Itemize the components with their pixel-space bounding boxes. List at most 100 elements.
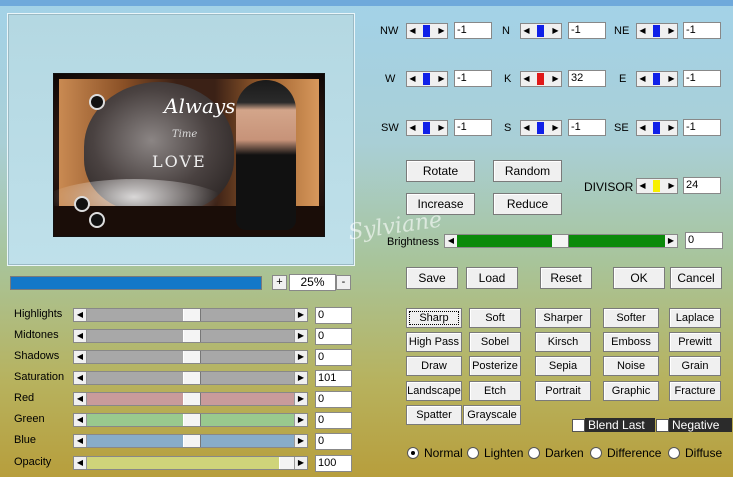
rotate-button[interactable]: Rotate: [406, 160, 475, 182]
right-arrow-icon[interactable]: ▶: [550, 121, 561, 135]
left-arrow-icon[interactable]: ◀: [74, 330, 87, 342]
right-arrow-icon[interactable]: ▶: [294, 435, 307, 447]
slider-thumb[interactable]: [183, 330, 201, 342]
filter-button-sobel[interactable]: Sobel: [469, 332, 521, 352]
right-arrow-icon[interactable]: ▶: [294, 414, 307, 426]
left-arrow-icon[interactable]: ◀: [637, 72, 648, 86]
matrix-spinner-k[interactable]: ◀ ▶: [520, 71, 562, 87]
matrix-spinner-nw[interactable]: ◀ ▶: [406, 23, 448, 39]
left-arrow-icon[interactable]: ◀: [637, 24, 648, 38]
slider-track-2[interactable]: ◀ ▶: [73, 350, 308, 364]
slider-thumb[interactable]: [183, 351, 201, 363]
matrix-spinner-ne[interactable]: ◀ ▶: [636, 23, 678, 39]
slider-track-0[interactable]: ◀ ▶: [73, 308, 308, 322]
right-arrow-icon[interactable]: ▶: [665, 235, 677, 247]
cancel-button[interactable]: Cancel: [670, 267, 722, 289]
slider-value-2[interactable]: 0: [315, 349, 352, 366]
filter-button-emboss[interactable]: Emboss: [603, 332, 659, 352]
zoom-out-button[interactable]: -: [336, 275, 351, 290]
matrix-spinner-se[interactable]: ◀ ▶: [636, 120, 678, 136]
zoom-in-button[interactable]: +: [272, 275, 287, 290]
slider-value-4[interactable]: 0: [315, 391, 352, 408]
brightness-slider[interactable]: ◀ ▶: [444, 234, 678, 248]
radio-diffuse[interactable]: [668, 447, 680, 459]
radio-lighten[interactable]: [467, 447, 479, 459]
slider-value-6[interactable]: 0: [315, 433, 352, 450]
matrix-spinner-sw[interactable]: ◀ ▶: [406, 120, 448, 136]
negative-checkbox[interactable]: [656, 419, 669, 432]
filter-button-high-pass[interactable]: High Pass: [406, 332, 462, 352]
filter-button-noise[interactable]: Noise: [603, 356, 659, 376]
left-arrow-icon[interactable]: ◀: [407, 121, 418, 135]
filter-button-etch[interactable]: Etch: [469, 381, 521, 401]
filter-button-portrait[interactable]: Portrait: [535, 381, 591, 401]
random-button[interactable]: Random: [493, 160, 562, 182]
brightness-thumb[interactable]: [552, 235, 569, 247]
filter-button-prewitt[interactable]: Prewitt: [669, 332, 721, 352]
filter-button-fracture[interactable]: Fracture: [669, 381, 721, 401]
slider-thumb[interactable]: [183, 372, 201, 384]
slider-track-3[interactable]: ◀ ▶: [73, 371, 308, 385]
slider-value-0[interactable]: 0: [315, 307, 352, 324]
filter-button-spatter[interactable]: Spatter: [406, 405, 462, 425]
matrix-value-sw[interactable]: -1: [454, 119, 492, 136]
left-arrow-icon[interactable]: ◀: [407, 24, 418, 38]
right-arrow-icon[interactable]: ▶: [550, 24, 561, 38]
left-arrow-icon[interactable]: ◀: [407, 72, 418, 86]
right-arrow-icon[interactable]: ▶: [294, 309, 307, 321]
slider-value-7[interactable]: 100: [315, 455, 352, 472]
matrix-value-s[interactable]: -1: [568, 119, 606, 136]
matrix-spinner-e[interactable]: ◀ ▶: [636, 71, 678, 87]
reduce-button[interactable]: Reduce: [493, 193, 562, 215]
right-arrow-icon[interactable]: ▶: [436, 24, 447, 38]
matrix-value-n[interactable]: -1: [568, 22, 606, 39]
left-arrow-icon[interactable]: ◀: [637, 121, 648, 135]
matrix-value-w[interactable]: -1: [454, 70, 492, 87]
left-arrow-icon[interactable]: ◀: [74, 351, 87, 363]
matrix-spinner-w[interactable]: ◀ ▶: [406, 71, 448, 87]
right-arrow-icon[interactable]: ▶: [666, 24, 677, 38]
reset-button[interactable]: Reset: [540, 267, 592, 289]
slider-value-3[interactable]: 101: [315, 370, 352, 387]
right-arrow-icon[interactable]: ▶: [436, 121, 447, 135]
filter-button-draw[interactable]: Draw: [406, 356, 462, 376]
matrix-spinner-s[interactable]: ◀ ▶: [520, 120, 562, 136]
slider-value-1[interactable]: 0: [315, 328, 352, 345]
blend-last-checkbox[interactable]: [572, 419, 585, 432]
slider-thumb[interactable]: [183, 435, 201, 447]
radio-normal[interactable]: [407, 447, 419, 459]
filter-button-grayscale[interactable]: Grayscale: [463, 405, 521, 425]
left-arrow-icon[interactable]: ◀: [74, 372, 87, 384]
slider-thumb[interactable]: [183, 393, 201, 405]
slider-track-1[interactable]: ◀ ▶: [73, 329, 308, 343]
divisor-spinner[interactable]: ◀ ▶: [636, 178, 678, 194]
matrix-value-ne[interactable]: -1: [683, 22, 721, 39]
increase-button[interactable]: Increase: [406, 193, 475, 215]
filter-button-soft[interactable]: Soft: [469, 308, 521, 328]
left-arrow-icon[interactable]: ◀: [74, 435, 87, 447]
right-arrow-icon[interactable]: ▶: [294, 351, 307, 363]
right-arrow-icon[interactable]: ▶: [550, 72, 561, 86]
right-arrow-icon[interactable]: ▶: [294, 457, 307, 469]
slider-track-4[interactable]: ◀ ▶: [73, 392, 308, 406]
filter-button-graphic[interactable]: Graphic: [603, 381, 659, 401]
divisor-value[interactable]: 24: [683, 177, 721, 194]
filter-button-posterize[interactable]: Posterize: [469, 356, 521, 376]
slider-thumb[interactable]: [183, 309, 201, 321]
slider-track-7[interactable]: ◀ ▶: [73, 456, 308, 470]
left-arrow-icon[interactable]: ◀: [74, 309, 87, 321]
right-arrow-icon[interactable]: ▶: [294, 393, 307, 405]
left-arrow-icon[interactable]: ◀: [637, 179, 648, 193]
radio-difference[interactable]: [590, 447, 602, 459]
right-arrow-icon[interactable]: ▶: [436, 72, 447, 86]
left-arrow-icon[interactable]: ◀: [74, 457, 87, 469]
matrix-value-e[interactable]: -1: [683, 70, 721, 87]
filter-button-laplace[interactable]: Laplace: [669, 308, 721, 328]
matrix-spinner-n[interactable]: ◀ ▶: [520, 23, 562, 39]
filter-button-kirsch[interactable]: Kirsch: [535, 332, 591, 352]
filter-button-softer[interactable]: Softer: [603, 308, 659, 328]
filter-button-sharp[interactable]: Sharp: [406, 308, 462, 328]
matrix-value-se[interactable]: -1: [683, 119, 721, 136]
brightness-value[interactable]: 0: [685, 232, 723, 249]
left-arrow-icon[interactable]: ◀: [521, 72, 532, 86]
